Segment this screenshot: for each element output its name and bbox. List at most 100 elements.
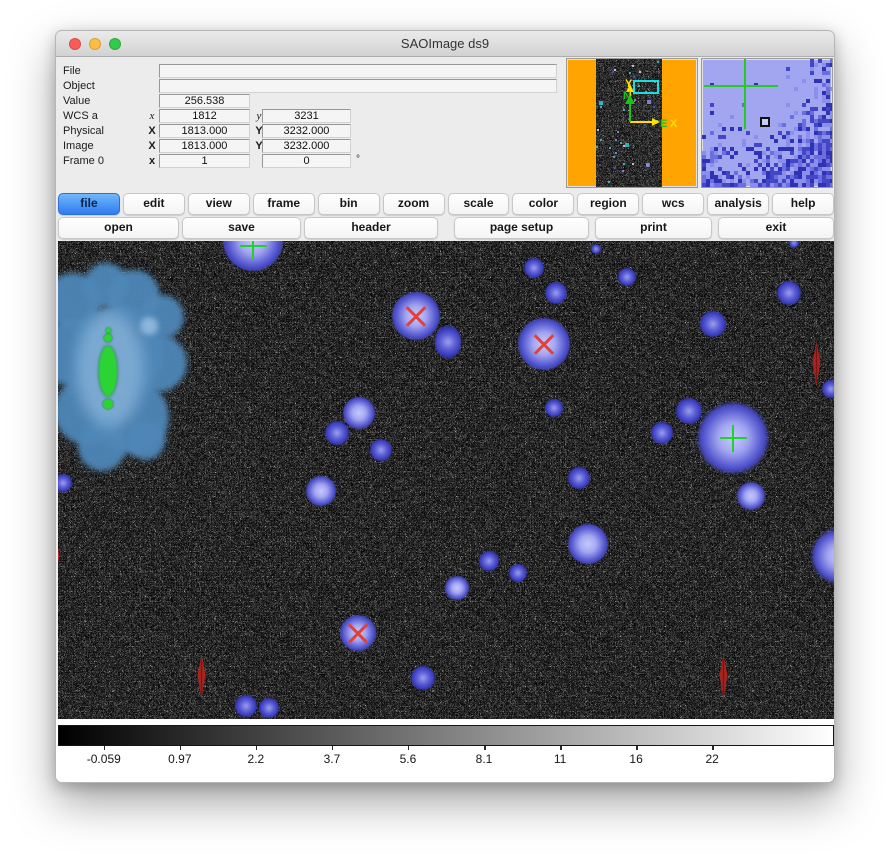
magnifier-noise-pixel	[742, 187, 746, 188]
magnifier-noise-pixel	[726, 187, 730, 188]
coord-y-field[interactable]: 0	[262, 154, 351, 168]
colorbar-tick-label: 0.97	[168, 752, 191, 766]
magnifier-noise-pixel	[778, 187, 782, 188]
coord-x-field[interactable]: 1812	[159, 109, 250, 123]
magnifier-noise-pixel	[802, 187, 806, 188]
menu-button-scale[interactable]: scale	[448, 193, 510, 215]
red-arrow-marker[interactable]	[58, 535, 61, 579]
info-value-field[interactable]: 256.538	[159, 94, 250, 108]
star-source	[737, 482, 765, 510]
menu-button-save[interactable]: save	[182, 217, 301, 239]
zoom-button[interactable]	[109, 38, 121, 50]
menu-button-open[interactable]: open	[58, 217, 179, 239]
title-bar[interactable]: SAOImage ds9	[56, 31, 834, 57]
menu-button-header[interactable]: header	[304, 217, 438, 239]
magnifier-noise-pixel	[702, 135, 706, 139]
menu-button-print[interactable]: print	[595, 217, 712, 239]
magnifier-noise-pixel	[718, 155, 722, 159]
menu-button-help[interactable]: help	[772, 193, 834, 215]
menu-button-edit[interactable]: edit	[123, 193, 185, 215]
star-source	[618, 268, 636, 286]
star-source	[568, 467, 590, 489]
info-value-field[interactable]	[159, 79, 557, 93]
star-source	[306, 476, 336, 506]
colorbar-tick-label: -0.059	[87, 752, 121, 766]
colorbar-gradient[interactable]	[58, 725, 834, 746]
menu-button-exit[interactable]: exit	[718, 217, 834, 239]
magnifier-noise-pixel	[790, 131, 794, 135]
coord-y-field[interactable]: 3232.000	[262, 139, 351, 153]
magnifier-noise-pixel	[710, 187, 714, 188]
magnifier-noise-pixel	[710, 111, 714, 115]
red-arrow-marker[interactable]	[718, 655, 729, 699]
magnifier-noise-pixel	[734, 151, 738, 155]
coord-y-field[interactable]: 3232.000	[262, 124, 351, 138]
magnifier-noise-pixel	[802, 103, 806, 107]
magnifier-noise-pixel	[810, 71, 814, 75]
red-arrow-marker[interactable]	[811, 342, 822, 386]
colorbar-tick	[104, 746, 106, 750]
star-source	[259, 698, 279, 718]
window-title: SAOImage ds9	[56, 31, 834, 56]
menu-button-wcs[interactable]: wcs	[642, 193, 704, 215]
magnifier-noise-pixel	[746, 163, 750, 167]
info-value-field[interactable]	[159, 64, 557, 78]
star-source	[370, 439, 392, 461]
image-canvas[interactable]	[58, 241, 834, 719]
magnifier-noise-pixel	[826, 187, 830, 188]
colorbar-tick	[484, 746, 486, 750]
magnifier-noise-pixel	[830, 87, 833, 91]
red-x-marker[interactable]	[346, 621, 370, 645]
menu-button-file[interactable]: file	[58, 193, 120, 215]
magnifier-noise-pixel	[826, 71, 830, 75]
magnifier-noise-pixel	[758, 143, 762, 147]
axis-sublabel: X	[146, 140, 158, 152]
coord-x-field[interactable]: 1	[159, 154, 250, 168]
panner-north-label: N	[623, 90, 631, 102]
magnifier-cursor-pixel	[760, 117, 770, 127]
red-x-marker[interactable]	[532, 332, 556, 356]
coord-x-field[interactable]: 1813.000	[159, 124, 250, 138]
menu-button-region[interactable]: region	[577, 193, 639, 215]
magnifier-noise-pixel	[774, 187, 778, 188]
magnifier-noise-pixel	[746, 187, 750, 188]
red-x-marker[interactable]	[404, 304, 428, 328]
colorbar-tick	[712, 746, 714, 750]
coord-y-field[interactable]: 3231	[262, 109, 351, 123]
magnifier-noise-pixel	[794, 111, 798, 115]
colorbar-tick-label: 3.7	[324, 752, 341, 766]
magnifier-noise-pixel	[754, 135, 758, 139]
colorbar-panel: -0.0590.972.23.75.68.1111622	[56, 719, 835, 783]
magnifier	[701, 58, 833, 188]
menu-button-zoom[interactable]: zoom	[383, 193, 445, 215]
panner[interactable]: Y N E X	[566, 58, 698, 188]
menu-button-bin[interactable]: bin	[318, 193, 380, 215]
green-cross-marker[interactable]	[240, 241, 267, 260]
magnifier-noise-pixel	[818, 187, 822, 188]
green-cross-marker[interactable]	[720, 425, 747, 452]
star-source	[479, 551, 499, 571]
colorbar-tick	[636, 746, 638, 750]
star-source	[676, 398, 702, 424]
menu-button-page-setup[interactable]: page setup	[454, 217, 589, 239]
menu-button-frame[interactable]: frame	[253, 193, 315, 215]
star-source	[700, 311, 726, 337]
galaxy-core-knot	[103, 399, 113, 409]
menu-button-color[interactable]: color	[512, 193, 574, 215]
magnifier-noise-pixel	[730, 187, 734, 188]
coord-x-field[interactable]: 1813.000	[159, 139, 250, 153]
menu-button-view[interactable]: view	[188, 193, 250, 215]
magnifier-noise-pixel	[802, 79, 806, 83]
menu-button-analysis[interactable]: analysis	[707, 193, 769, 215]
galaxy-lobe	[127, 422, 165, 460]
colorbar-tick-label: 5.6	[400, 752, 417, 766]
menu-bar: fileeditviewframebinzoomscalecolorregion…	[58, 193, 834, 215]
red-arrow-marker[interactable]	[196, 655, 207, 699]
close-button[interactable]	[69, 38, 81, 50]
magnifier-noise-pixel	[770, 187, 774, 188]
minimize-button[interactable]	[89, 38, 101, 50]
star-source	[545, 282, 567, 304]
magnifier-noise-pixel	[714, 187, 718, 188]
colorbar-tick	[332, 746, 334, 750]
star-source	[651, 422, 673, 444]
